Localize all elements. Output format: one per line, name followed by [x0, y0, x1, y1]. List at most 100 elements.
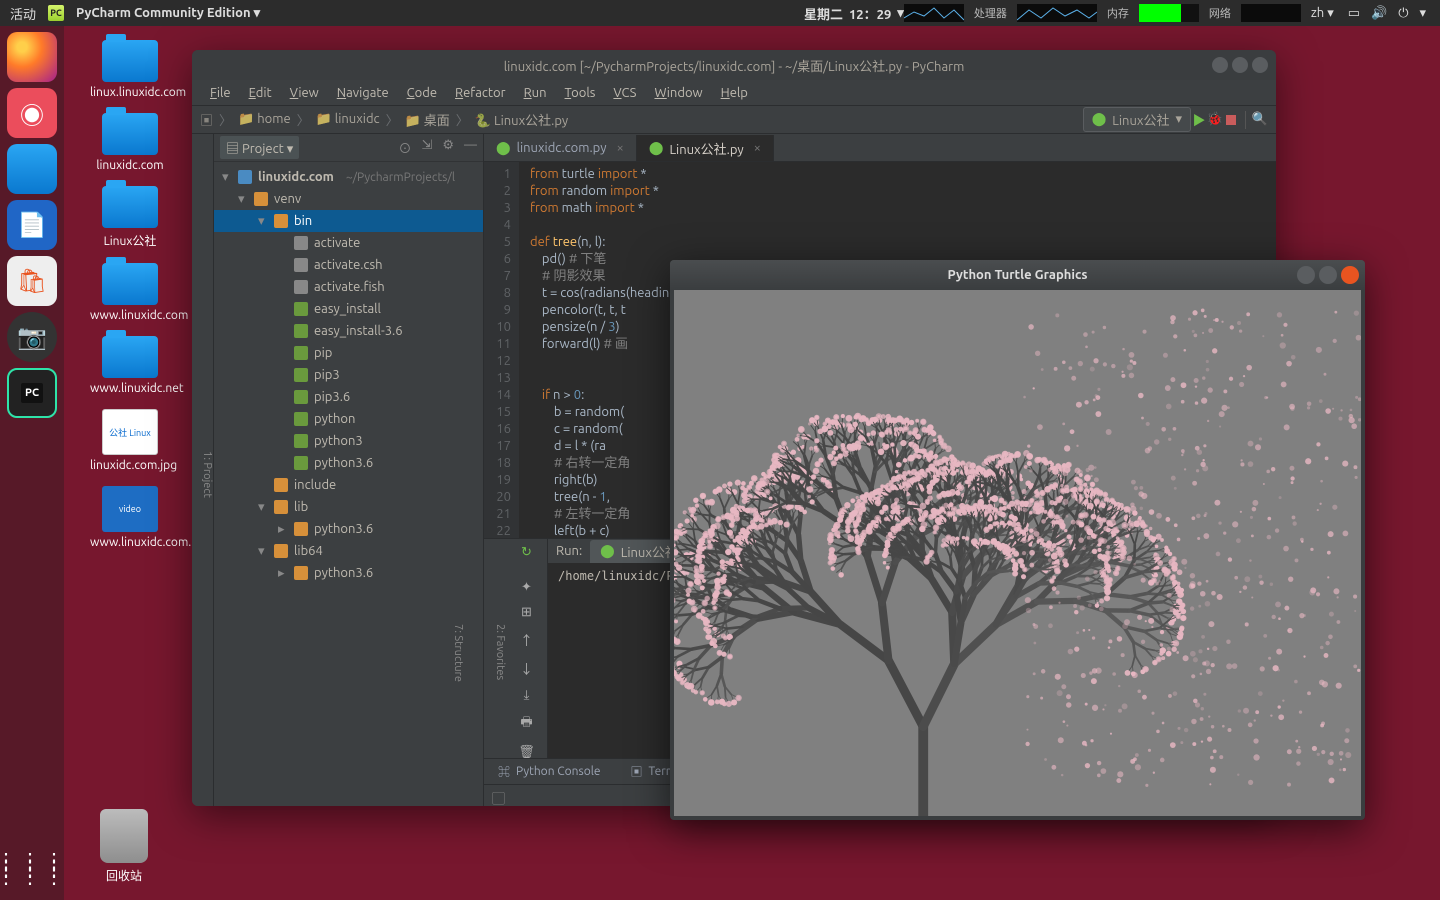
editor-tab[interactable]: ⬤Linux公社.py× — [637, 135, 774, 161]
scroll-from-source-icon[interactable]: ⊙ — [398, 138, 411, 157]
breadcrumb[interactable]: ▣ 〉📁 home〉📁 linuxidc〉📁 桌面〉🐍 Linux公社.py — [200, 110, 568, 129]
tree-item[interactable]: pip3 — [214, 364, 483, 386]
settings-icon[interactable]: ⚙ — [442, 138, 454, 157]
editor-tab[interactable]: ⬤linuxidc.com.py× — [484, 135, 637, 161]
turtle-close-button[interactable] — [1341, 266, 1359, 284]
hide-icon[interactable]: — — [464, 138, 477, 157]
menu-tools[interactable]: Tools — [557, 83, 604, 103]
menu-file[interactable]: File — [202, 83, 239, 103]
sidebar-tab-favorites[interactable]: 2: Favorites — [494, 624, 506, 680]
desktop-item[interactable]: www.linuxidc.com — [90, 263, 170, 322]
show-apps-icon[interactable]: ⋮⋮⋮⋮⋮⋮⋮⋮⋮ — [0, 856, 68, 880]
camera-icon[interactable]: 📷 — [7, 312, 57, 362]
trash[interactable]: 回收站 — [100, 809, 148, 884]
export-icon[interactable]: ⤓ — [524, 688, 530, 703]
run-button[interactable]: ▶ — [1191, 112, 1207, 128]
close-icon[interactable]: × — [617, 141, 624, 155]
search-icon[interactable]: 🔍 — [1252, 112, 1268, 128]
tree-item[interactable]: python3.6 — [214, 452, 483, 474]
tree-item[interactable]: activate — [214, 232, 483, 254]
writer-icon[interactable]: 📄 — [7, 200, 57, 250]
menu-help[interactable]: Help — [713, 83, 756, 103]
menu-vcs[interactable]: VCS — [605, 83, 644, 103]
tree-item[interactable]: ▾lib — [214, 496, 483, 518]
down-icon[interactable]: ↓ — [520, 659, 533, 678]
stop-button[interactable] — [1223, 112, 1239, 128]
breadcrumb-item[interactable]: 📁 桌面 — [405, 110, 450, 129]
breadcrumb-item[interactable]: 📁 home — [238, 112, 291, 127]
tree-item[interactable]: python3 — [214, 430, 483, 452]
app-menu[interactable]: PyCharm Community Edition ▾ — [76, 6, 260, 21]
volume-icon[interactable]: 🔊 — [1367, 6, 1391, 21]
desktop-item[interactable]: videowww.linuxidc.com.mp4 — [90, 486, 170, 549]
menu-refactor[interactable]: Refactor — [447, 83, 514, 103]
turtle-minimize-button[interactable] — [1297, 266, 1315, 284]
pycharm-dock-icon[interactable]: PC — [7, 368, 57, 418]
turtle-maximize-button[interactable] — [1319, 266, 1337, 284]
status-icon[interactable]: ▢ — [484, 785, 513, 806]
desktop-item[interactable]: 公社 Linuxlinuxidc.com.jpg — [90, 409, 170, 472]
menu-code[interactable]: Code — [399, 83, 445, 103]
software-icon[interactable]: 🛍 — [7, 256, 57, 306]
project-tree[interactable]: ▾ linuxidc.com~/PycharmProjects/l ▾venv▾… — [214, 162, 483, 806]
tree-root[interactable]: ▾ linuxidc.com~/PycharmProjects/l — [214, 166, 483, 188]
power-icon[interactable]: ⏻ — [1394, 6, 1412, 21]
mem-graph[interactable] — [1139, 4, 1199, 22]
tree-item[interactable]: easy_install — [214, 298, 483, 320]
desktop-item[interactable]: Linux公社 — [90, 186, 170, 249]
desktop-item[interactable]: linuxidc.com — [90, 113, 170, 172]
tree-item[interactable]: activate.csh — [214, 254, 483, 276]
cpu-graph-2[interactable] — [1017, 4, 1097, 22]
tree-item[interactable]: ▸python3.6 — [214, 562, 483, 584]
firefox-icon[interactable] — [7, 32, 57, 82]
clock-time[interactable]: 12：29 — [849, 4, 891, 23]
tree-item[interactable]: ▸python3.6 — [214, 518, 483, 540]
collapse-all-icon[interactable]: ⇲ — [421, 138, 432, 157]
print-icon[interactable]: 🖶 — [520, 713, 532, 735]
layout-icon[interactable]: ⊞ — [521, 605, 532, 620]
files-icon[interactable] — [7, 144, 57, 194]
screenshot-icon[interactable]: ◉ — [7, 88, 57, 138]
rerun-icon[interactable]: ↻ — [521, 545, 532, 560]
up-icon[interactable]: ↑ — [520, 630, 533, 649]
menu-navigate[interactable]: Navigate — [329, 83, 397, 103]
pycharm-titlebar[interactable]: linuxidc.com [~/PycharmProjects/linuxidc… — [192, 50, 1276, 80]
tree-item[interactable]: python — [214, 408, 483, 430]
network-icon[interactable]: ▭ — [1344, 6, 1364, 21]
pin-icon[interactable]: ✦ — [521, 580, 532, 595]
close-icon[interactable]: × — [754, 141, 761, 155]
debug-button[interactable]: 🐞 — [1207, 112, 1223, 128]
bottom-tab[interactable]: ⌘Python Console — [492, 761, 607, 782]
dropdown-icon[interactable]: ▾ — [1415, 6, 1430, 21]
tree-item[interactable]: pip — [214, 342, 483, 364]
tree-item[interactable]: pip3.6 — [214, 386, 483, 408]
minimize-button[interactable] — [1212, 57, 1228, 73]
breadcrumb-item[interactable]: 🐍 Linux公社.py — [475, 110, 568, 129]
breadcrumb-item[interactable]: ▣ — [200, 110, 213, 129]
sidebar-tab-project[interactable]: 1: Project — [201, 451, 213, 498]
tree-item[interactable]: activate.fish — [214, 276, 483, 298]
ime-indicator[interactable]: zh ▾ — [1311, 6, 1334, 21]
sidebar-tab-structure[interactable]: 7: Structure — [452, 624, 464, 682]
tree-item[interactable]: ▾venv — [214, 188, 483, 210]
project-view-selector[interactable]: ▤ Project ▾ — [220, 136, 299, 159]
desktop-item[interactable]: linux.linuxidc.com — [90, 40, 170, 99]
breadcrumb-item[interactable]: 📁 linuxidc — [316, 112, 380, 127]
tree-item[interactable]: include — [214, 474, 483, 496]
turtle-titlebar[interactable]: Python Turtle Graphics — [670, 260, 1365, 290]
tree-item[interactable]: ▾lib64 — [214, 540, 483, 562]
tree-item[interactable]: easy_install-3.6 — [214, 320, 483, 342]
menu-edit[interactable]: Edit — [241, 83, 280, 103]
tree-item[interactable]: ▾bin — [214, 210, 483, 232]
close-button[interactable] — [1252, 57, 1268, 73]
run-config-selector[interactable]: ⬤ Linux公社 ▾ — [1083, 107, 1191, 132]
cpu-graph[interactable] — [904, 4, 964, 22]
menu-window[interactable]: Window — [646, 83, 710, 103]
menu-run[interactable]: Run — [516, 83, 555, 103]
clock-day[interactable]: 星期二 — [804, 4, 843, 23]
net-graph[interactable] — [1241, 4, 1301, 22]
maximize-button[interactable] — [1232, 57, 1248, 73]
desktop-item[interactable]: www.linuxidc.net — [90, 336, 170, 395]
menu-view[interactable]: View — [282, 83, 327, 103]
activities-button[interactable]: 活动 — [10, 4, 36, 23]
